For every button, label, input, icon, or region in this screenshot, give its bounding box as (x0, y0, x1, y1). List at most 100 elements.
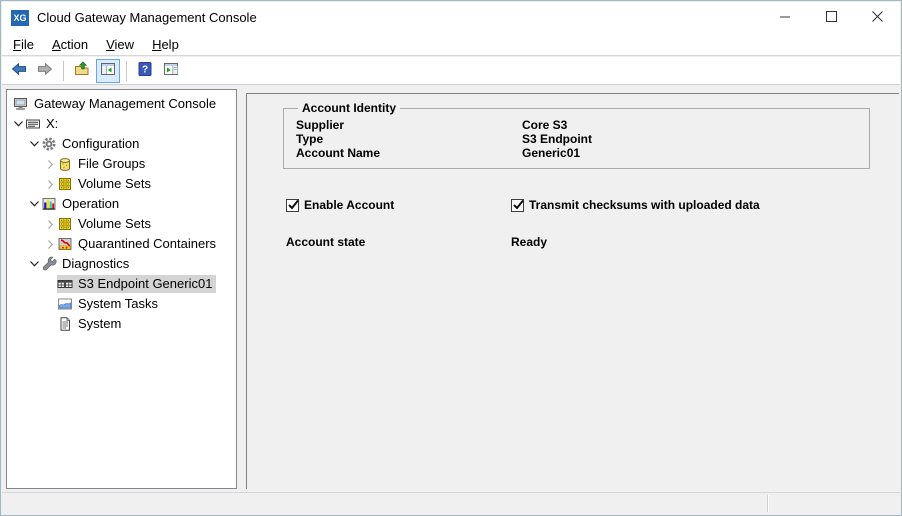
checkbox-row: Enable Account Transmit checksums with u… (286, 198, 889, 212)
tree-item-volume-sets-operation[interactable]: Volume Sets (7, 214, 236, 234)
field-supplier: Supplier Core S3 (296, 118, 861, 132)
area-chart-icon (57, 296, 73, 312)
status-bar-separator (767, 495, 768, 512)
chevron-none (43, 296, 57, 312)
folder-up-arrow-icon (74, 61, 90, 80)
status-bar (2, 492, 900, 514)
details-panel: Account Identity Supplier Core S3 Type S… (246, 93, 899, 489)
tree-item-label: Volume Sets (78, 215, 154, 233)
computer-icon (13, 96, 29, 112)
tree-item-configuration[interactable]: Configuration (7, 134, 236, 154)
tree-item-label: Operation (62, 195, 122, 213)
tree-item-label: Configuration (62, 135, 142, 153)
tree-item-x-drive[interactable]: X: (7, 114, 236, 134)
account-state-label: Account state (286, 235, 511, 249)
show-action-pane-button[interactable] (159, 59, 183, 83)
maximize-icon (826, 10, 837, 25)
title-bar: XG Cloud Gateway Management Console (2, 2, 900, 33)
content-area: Gateway Management Console X: Configurat… (2, 86, 900, 492)
back-arrow-icon (11, 61, 27, 80)
field-value: S3 Endpoint (522, 132, 592, 146)
selected-tree-item: S3 Endpoint Generic01 (57, 275, 216, 293)
field-label: Account Name (296, 146, 522, 160)
checkbox-label: Enable Account (304, 198, 394, 212)
tree-item-label: X: (46, 115, 61, 133)
chevron-none (43, 276, 57, 292)
console-tree-window-icon (100, 61, 116, 80)
forward-button[interactable] (33, 59, 57, 83)
svg-text:?: ? (142, 65, 148, 76)
field-value: Generic01 (522, 146, 580, 160)
tree-item-label: Diagnostics (62, 255, 132, 273)
toolbar-separator (126, 61, 127, 81)
toolbar: ? (2, 57, 900, 85)
groupbox-title: Account Identity (298, 101, 400, 115)
tree-item-label: System Tasks (78, 295, 161, 313)
account-state-value: Ready (511, 235, 547, 249)
up-one-level-button[interactable] (70, 59, 94, 83)
field-label: Supplier (296, 118, 522, 132)
tree-item-quarantined-containers[interactable]: Quarantined Containers (7, 234, 236, 254)
tree-item-label: System (78, 315, 124, 333)
menu-view[interactable]: View (97, 34, 143, 55)
enable-account-checkbox[interactable]: Enable Account (286, 198, 394, 212)
chevron-down-icon[interactable] (27, 196, 41, 212)
window-title: Cloud Gateway Management Console (37, 10, 257, 25)
maximize-button[interactable] (808, 2, 854, 33)
endpoint-tables-icon (57, 276, 73, 292)
volume-grid-icon (57, 176, 73, 192)
field-account-name: Account Name Generic01 (296, 146, 861, 160)
field-type: Type S3 Endpoint (296, 132, 861, 146)
app-icon: XG (11, 10, 29, 26)
volume-grid-icon (57, 216, 73, 232)
gear-icon (41, 136, 57, 152)
close-icon (872, 10, 883, 25)
chevron-right-icon[interactable] (43, 176, 57, 192)
forward-arrow-icon (37, 61, 53, 80)
close-button[interactable] (854, 2, 900, 33)
tree-item-system-tasks[interactable]: System Tasks (7, 294, 236, 314)
chevron-right-icon[interactable] (43, 156, 57, 172)
chevron-right-icon[interactable] (43, 236, 57, 252)
quarantine-icon (57, 236, 73, 252)
account-identity-groupbox: Account Identity Supplier Core S3 Type S… (283, 108, 870, 169)
chevron-down-icon[interactable] (27, 256, 41, 272)
action-pane-window-icon (163, 61, 179, 80)
tree-item-file-groups[interactable]: File Groups (7, 154, 236, 174)
minimize-button[interactable] (762, 2, 808, 33)
help-question-icon: ? (137, 61, 153, 80)
tree-item-label: S3 Endpoint Generic01 (78, 275, 216, 293)
tree-item-label: Quarantined Containers (78, 235, 219, 253)
tree-item-system[interactable]: System (7, 314, 236, 334)
menu-file[interactable]: File (4, 34, 43, 55)
chevron-right-icon[interactable] (43, 216, 57, 232)
menu-bar: File Action View Help (2, 33, 900, 56)
chevron-none (43, 316, 57, 332)
tree-item-label: File Groups (78, 155, 148, 173)
bar-chart-icon (41, 196, 57, 212)
tree-item-label: Volume Sets (78, 175, 154, 193)
tree-item-label: Gateway Management Console (34, 95, 219, 113)
chevron-down-icon[interactable] (27, 136, 41, 152)
document-icon (57, 316, 73, 332)
checkbox-box[interactable] (511, 199, 524, 212)
window-controls (762, 2, 900, 33)
console-tree-panel: Gateway Management Console X: Configurat… (6, 89, 237, 489)
menu-help[interactable]: Help (143, 34, 188, 55)
tree-item-operation[interactable]: Operation (7, 194, 236, 214)
toolbar-separator (63, 61, 64, 81)
show-hide-console-tree-button[interactable] (96, 59, 120, 83)
chevron-down-icon[interactable] (11, 116, 25, 132)
field-label: Type (296, 132, 522, 146)
tree-item-s3-endpoint-generic01[interactable]: S3 Endpoint Generic01 (7, 274, 236, 294)
menu-action[interactable]: Action (43, 34, 97, 55)
help-button[interactable]: ? (133, 59, 157, 83)
app-window: XG Cloud Gateway Management Console File… (0, 0, 902, 516)
checkbox-box[interactable] (286, 199, 299, 212)
minimize-icon (780, 10, 791, 25)
back-button[interactable] (7, 59, 31, 83)
transmit-checksums-checkbox[interactable]: Transmit checksums with uploaded data (511, 198, 760, 212)
tree-item-gateway-management-console[interactable]: Gateway Management Console (7, 94, 236, 114)
tree-item-volume-sets-config[interactable]: Volume Sets (7, 174, 236, 194)
tree-item-diagnostics[interactable]: Diagnostics (7, 254, 236, 274)
